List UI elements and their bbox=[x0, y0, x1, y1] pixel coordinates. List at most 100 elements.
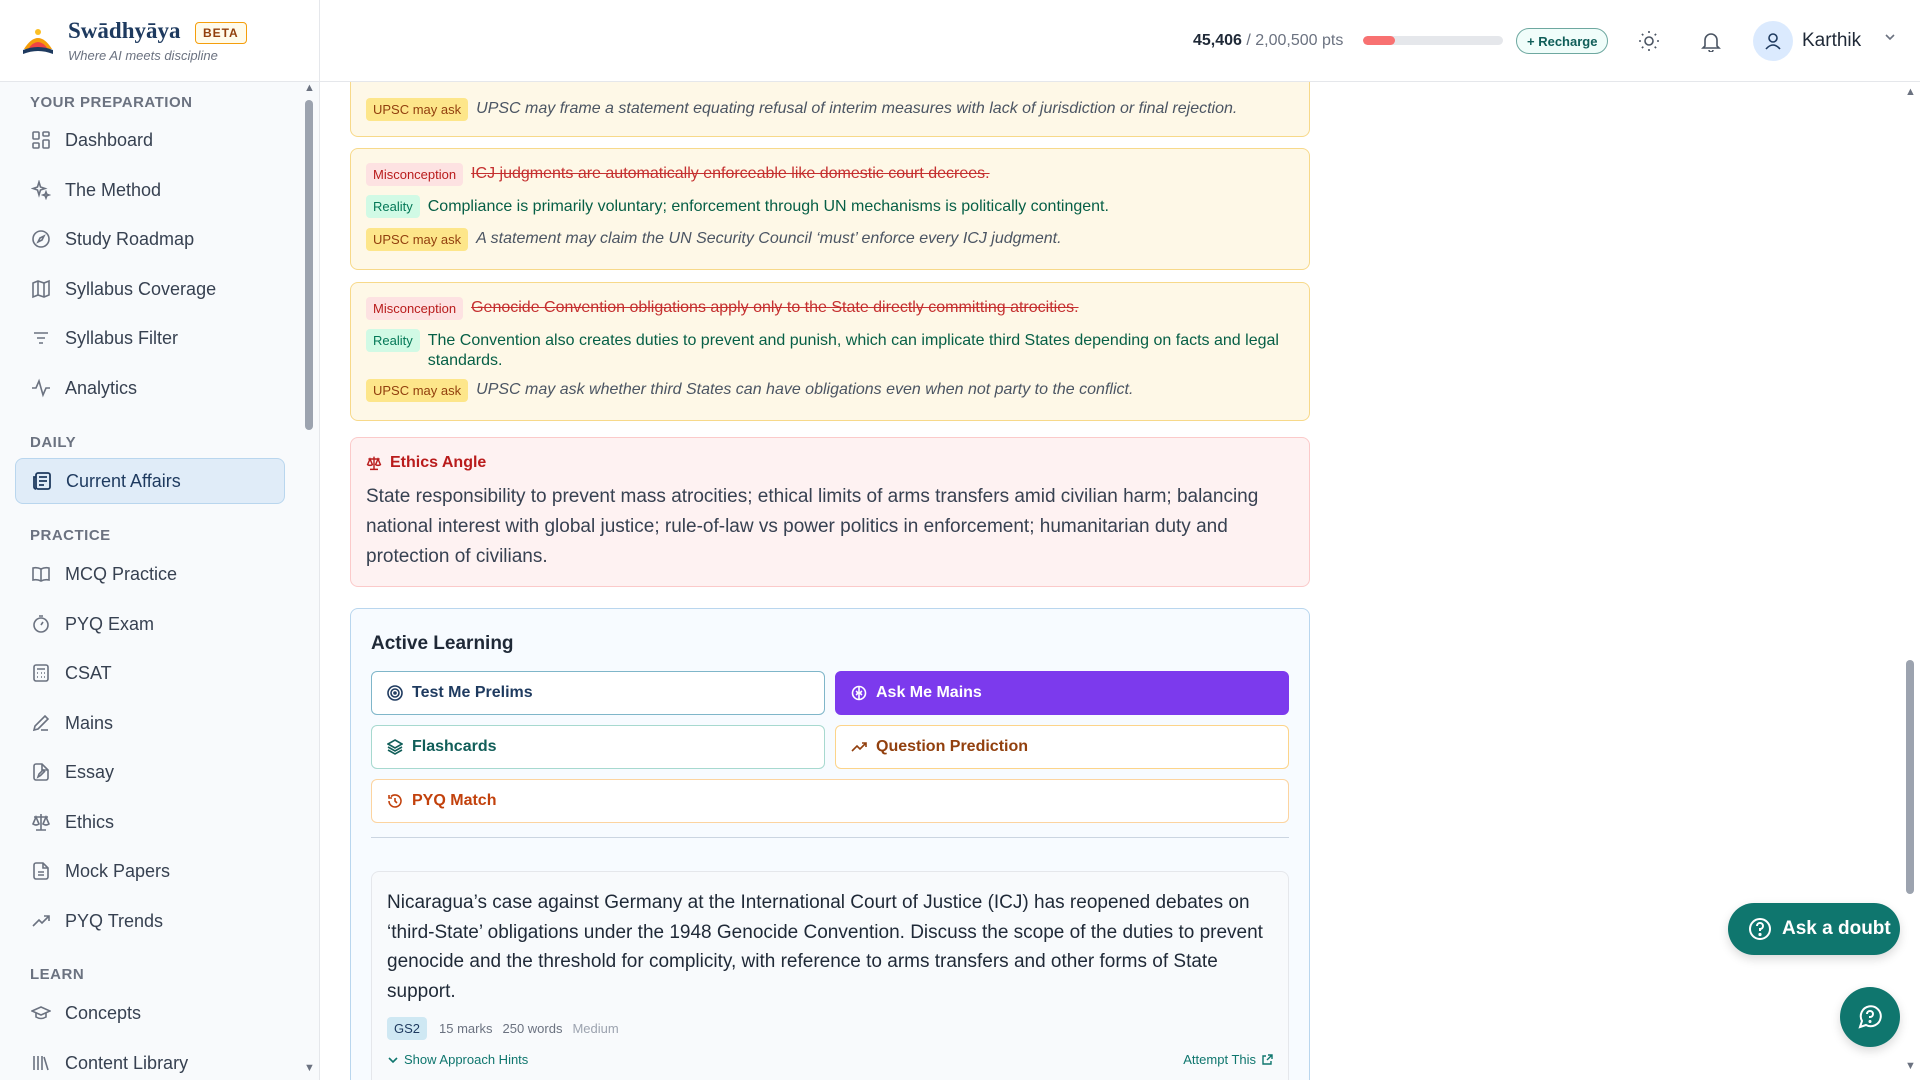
reality-row: Reality The Convention also creates duti… bbox=[366, 329, 1294, 371]
sidebar-item-ethics[interactable]: Ethics bbox=[15, 799, 285, 845]
upsc-tag: UPSC may ask bbox=[366, 379, 469, 402]
chat-button[interactable] bbox=[1840, 987, 1900, 1047]
scroll-up-icon[interactable]: ▲ bbox=[304, 82, 315, 94]
chevron-down-icon bbox=[388, 1056, 398, 1063]
attempt-this-link[interactable]: Attempt This bbox=[1183, 1052, 1273, 1067]
sun-icon[interactable] bbox=[1636, 28, 1662, 54]
sidebar-item-study-roadmap[interactable]: Study Roadmap bbox=[15, 216, 285, 262]
book-open-icon bbox=[30, 563, 52, 585]
layers-icon bbox=[387, 739, 403, 755]
section-your-preparation: YOUR PREPARATION bbox=[30, 94, 193, 111]
sidebar-item-label: Ethics bbox=[65, 811, 115, 832]
ask-label: Ask a doubt bbox=[1782, 918, 1891, 939]
sidebar-item-mcq-practice[interactable]: MCQ Practice bbox=[15, 551, 285, 597]
sidebar-item-content-library[interactable]: Content Library bbox=[15, 1040, 285, 1080]
reality-tag: Reality bbox=[366, 329, 420, 352]
sidebar-item-concepts[interactable]: Concepts bbox=[15, 990, 285, 1036]
upsc-row: UPSC may ask UPSC may ask whether third … bbox=[366, 379, 1294, 402]
button-label: Test Me Prelims bbox=[412, 684, 533, 701]
calculator-icon bbox=[30, 662, 52, 684]
misconception-text: ICJ judgments are automatically enforcea… bbox=[471, 165, 990, 182]
beta-badge: BETA bbox=[194, 22, 247, 45]
sidebar-item-dashboard[interactable]: Dashboard bbox=[15, 117, 285, 163]
sidebar-item-analytics[interactable]: Analytics bbox=[15, 365, 285, 411]
sidebar-item-pyq-exam[interactable]: PYQ Exam bbox=[15, 601, 285, 647]
recharge-button[interactable]: + Recharge bbox=[1516, 28, 1609, 54]
history-icon bbox=[387, 793, 403, 809]
section-learn: LEARN bbox=[30, 966, 85, 983]
misconception-text: Genocide Convention obligations apply on… bbox=[471, 299, 1079, 316]
sidebar-scrollbar[interactable]: ▲ ▼ bbox=[301, 82, 317, 1080]
scrollbar-thumb[interactable] bbox=[305, 100, 313, 430]
upsc-tag: UPSC may ask bbox=[366, 98, 469, 121]
points-current: 45,406 bbox=[1193, 32, 1242, 49]
scrollbar-thumb[interactable] bbox=[1906, 660, 1914, 894]
sidebar-item-csat[interactable]: CSAT bbox=[15, 650, 285, 696]
reality-row: Reality Compliance is primarily voluntar… bbox=[366, 195, 1294, 218]
show-approach-hints-button[interactable]: Show Approach Hints bbox=[387, 1052, 528, 1067]
question-prediction-button[interactable]: Question Prediction bbox=[835, 725, 1289, 769]
brain-icon bbox=[851, 685, 867, 701]
test-me-prelims-button[interactable]: Test Me Prelims bbox=[371, 671, 825, 715]
pyq-match-button[interactable]: PYQ Match bbox=[371, 779, 1289, 823]
message-help-icon bbox=[1858, 1005, 1882, 1029]
active-learning-title: Active Learning bbox=[371, 633, 514, 654]
sidebar-item-the-method[interactable]: The Method bbox=[15, 167, 285, 213]
sidebar-item-label: Essay bbox=[65, 761, 115, 782]
sidebar-item-pyq-trends[interactable]: PYQ Trends bbox=[15, 898, 285, 944]
sidebar-item-current-affairs[interactable]: Current Affairs bbox=[15, 458, 285, 504]
graduation-cap-icon bbox=[30, 1002, 52, 1024]
scale-icon bbox=[30, 811, 52, 833]
upsc-row: UPSC may ask UPSC may frame a statement … bbox=[366, 98, 1294, 121]
trending-up-icon bbox=[851, 739, 867, 755]
target-icon bbox=[387, 685, 403, 701]
sidebar-item-label: PYQ Trends bbox=[65, 910, 164, 931]
sidebar-item-label: Concepts bbox=[65, 1002, 142, 1023]
sidebar-item-label: CSAT bbox=[65, 662, 112, 683]
points-total: / 2,00,500 pts bbox=[1246, 32, 1344, 49]
sidebar-item-label: Mock Papers bbox=[65, 860, 171, 881]
points-progress-fill bbox=[1363, 36, 1396, 45]
paper-badge: GS2 bbox=[387, 1017, 428, 1040]
trending-up-icon bbox=[30, 910, 52, 932]
word-limit: 250 words bbox=[502, 1021, 563, 1036]
timer-icon bbox=[30, 613, 52, 635]
sidebar-item-label: PYQ Exam bbox=[65, 613, 155, 634]
ethics-body: State responsibility to prevent mass atr… bbox=[366, 486, 1259, 567]
upsc-row: UPSC may ask A statement may claim the U… bbox=[366, 228, 1294, 251]
sidebar-item-mock-papers[interactable]: Mock Papers bbox=[15, 848, 285, 894]
scroll-down-icon[interactable]: ▼ bbox=[304, 1062, 315, 1074]
ask-a-doubt-button[interactable]: Ask a doubt bbox=[1728, 903, 1900, 955]
difficulty: Medium bbox=[572, 1021, 619, 1036]
scroll-up-icon[interactable]: ▲ bbox=[1905, 86, 1916, 98]
avatar[interactable] bbox=[1753, 21, 1793, 61]
misconception-row: Misconception Genocide Convention obliga… bbox=[366, 297, 1294, 320]
ask-me-mains-button[interactable]: Ask Me Mains bbox=[835, 671, 1289, 715]
scroll-down-icon[interactable]: ▼ bbox=[1905, 1060, 1916, 1072]
points-progress-bar bbox=[1363, 36, 1503, 45]
misconception-row: Misconception ICJ judgments are automati… bbox=[366, 163, 1294, 186]
top-header: 45,406 / 2,00,500 pts + Recharge Karthik bbox=[320, 0, 1920, 82]
upsc-tag: UPSC may ask bbox=[366, 228, 469, 251]
help-circle-icon bbox=[1748, 917, 1772, 941]
sidebar-item-syllabus-coverage[interactable]: Syllabus Coverage bbox=[15, 266, 285, 312]
sidebar-item-essay[interactable]: Essay bbox=[15, 749, 285, 795]
brand[interactable]: Swādhyāya BETA Where AI meets discipline bbox=[0, 0, 319, 82]
sidebar-nav: YOUR PREPARATION Dashboard The Method St… bbox=[0, 82, 300, 1080]
upsc-text: UPSC may ask whether third States can ha… bbox=[476, 381, 1134, 398]
main-scrollbar[interactable]: ▲ ▼ bbox=[1900, 82, 1920, 1080]
misconception-card: Misconception Genocide Convention obliga… bbox=[350, 282, 1310, 421]
sidebar-item-syllabus-filter[interactable]: Syllabus Filter bbox=[15, 315, 285, 361]
chevron-down-icon[interactable] bbox=[1883, 30, 1897, 47]
sidebar-item-mains[interactable]: Mains bbox=[15, 700, 285, 746]
button-label: Ask Me Mains bbox=[876, 684, 982, 701]
ethics-title: Ethics Angle bbox=[366, 454, 486, 472]
attempt-label: Attempt This bbox=[1183, 1052, 1256, 1067]
file-pen-icon bbox=[30, 761, 52, 783]
newspaper-icon bbox=[31, 470, 53, 492]
flashcards-button[interactable]: Flashcards bbox=[371, 725, 825, 769]
filter-icon bbox=[30, 327, 52, 349]
user-name[interactable]: Karthik bbox=[1802, 30, 1861, 52]
sidebar-item-label: Study Roadmap bbox=[65, 228, 195, 249]
bell-icon[interactable] bbox=[1698, 28, 1724, 54]
